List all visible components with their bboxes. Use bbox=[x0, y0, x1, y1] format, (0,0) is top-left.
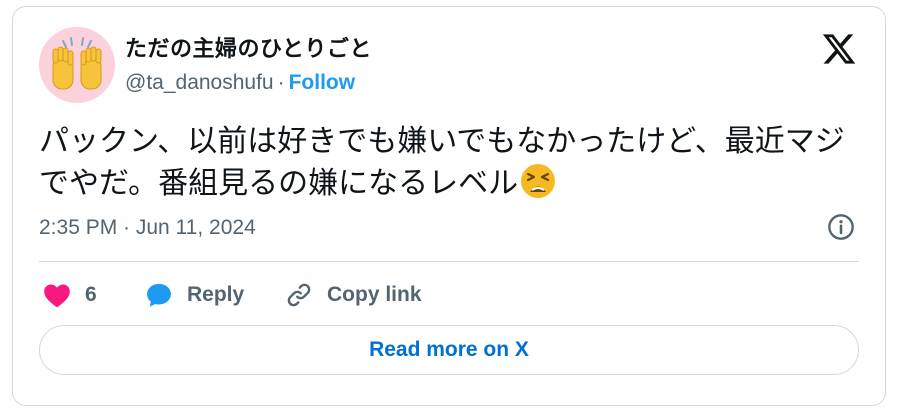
tweet-timestamp[interactable]: 2:35 PM · Jun 11, 2024 bbox=[39, 216, 256, 240]
raising-hands-emoji-icon bbox=[39, 27, 115, 103]
speech-bubble-icon bbox=[147, 283, 171, 307]
author-name[interactable]: ただの主婦のひとりごと bbox=[125, 31, 372, 63]
x-logo-icon[interactable] bbox=[821, 31, 857, 67]
copy-link-button[interactable]: Copy link bbox=[285, 280, 422, 310]
reply-label: Reply bbox=[187, 283, 245, 306]
copy-link-label: Copy link bbox=[327, 283, 422, 306]
like-count: 6 bbox=[85, 283, 97, 306]
follow-button[interactable]: Follow bbox=[289, 71, 356, 94]
tweet-text-block: パックン、以前は好きでも嫌いでもなかったけど、最近マジでやだ。番組見るの嫌になる… bbox=[39, 121, 859, 205]
tired-face-emoji-icon bbox=[521, 164, 556, 198]
link-icon bbox=[287, 283, 311, 307]
read-more-button[interactable]: Read more on X bbox=[39, 325, 859, 375]
info-icon[interactable] bbox=[827, 213, 855, 241]
tweet-card: ただの主婦のひとりごと @ta_danoshufu · Follow パックン、以前… bbox=[12, 6, 886, 406]
heart-icon bbox=[44, 284, 70, 308]
like-button[interactable]: 6 bbox=[43, 280, 97, 310]
avatar[interactable] bbox=[39, 27, 115, 103]
author-handle[interactable]: @ta_danoshufu bbox=[125, 71, 274, 94]
tweet-text: パックン、以前は好きでも嫌いでもなかったけど、最近マジでやだ。番組見るの嫌になる… bbox=[39, 124, 845, 201]
divider bbox=[39, 261, 859, 262]
separator: · bbox=[277, 71, 285, 94]
author-meta: @ta_danoshufu · Follow bbox=[125, 71, 355, 95]
reply-button[interactable]: Reply bbox=[145, 280, 244, 310]
